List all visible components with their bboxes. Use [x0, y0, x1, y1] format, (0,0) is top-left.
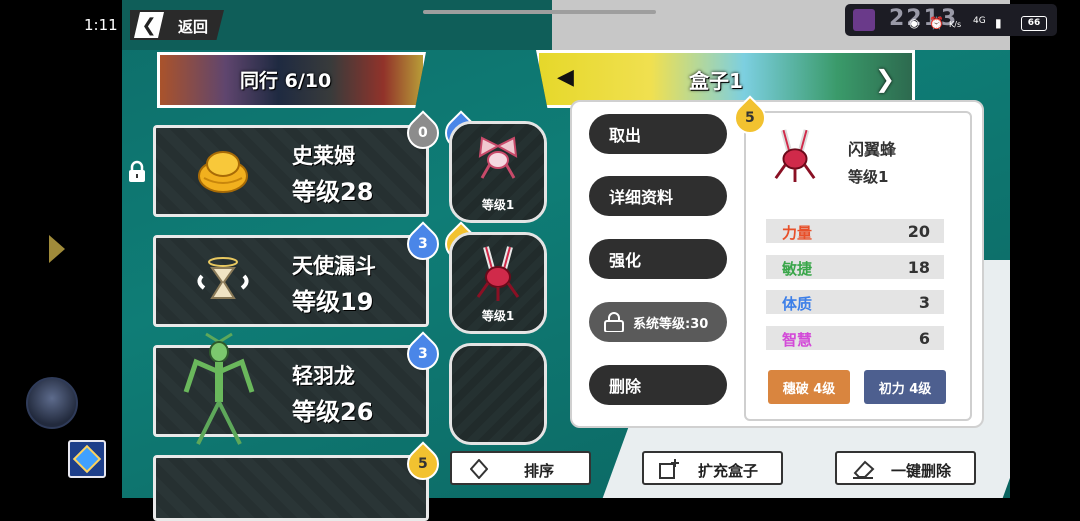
- skill-button[interactable]: 初力 4级: [864, 370, 946, 404]
- eye-icon: ◉: [909, 16, 920, 30]
- wasp-icon: [478, 136, 518, 179]
- take-out-button[interactable]: 取出: [589, 114, 727, 154]
- flash-wasp-icon: [476, 246, 520, 301]
- companion-count: 同行 6/10: [240, 70, 332, 92]
- stat-strength: 力量 20: [766, 219, 944, 243]
- padlock-icon: [604, 312, 624, 332]
- companion-level: 等级26: [292, 398, 374, 426]
- companion-card-partial[interactable]: [153, 455, 429, 521]
- menu-diamond-button[interactable]: [68, 440, 106, 478]
- companion-name: 轻羽龙: [292, 364, 355, 388]
- notification-icon: [853, 9, 875, 31]
- companion-card-angel-funnel[interactable]: 天使漏斗 等级19: [153, 235, 429, 327]
- enhance-button[interactable]: 强化: [589, 239, 727, 279]
- details-button[interactable]: 详细资料: [589, 176, 727, 216]
- clock: 1:11: [84, 16, 118, 34]
- back-label[interactable]: 返回: [178, 16, 208, 37]
- eraser-icon: [853, 460, 875, 479]
- stat-agility: 敏捷 18: [766, 255, 944, 279]
- companion-name: 天使漏斗: [292, 254, 376, 278]
- box-slot-empty[interactable]: [449, 343, 547, 445]
- sort-icon: [470, 459, 488, 479]
- skill-button[interactable]: 穗破 4级: [768, 370, 850, 404]
- box-title: 盒子1: [689, 69, 743, 93]
- detail-level: 等级1: [848, 168, 889, 186]
- box-slot[interactable]: 等级1: [449, 232, 547, 334]
- companion-card-slime[interactable]: 史莱姆 等级28: [153, 125, 429, 217]
- hourglass-icon: [197, 257, 249, 299]
- corner-counter: 2213: [889, 6, 959, 31]
- sort-button[interactable]: 排序: [450, 451, 591, 485]
- signal-icon: ▮: [995, 16, 1002, 30]
- mantis-icon: [183, 332, 255, 445]
- delete-all-button[interactable]: 一键删除: [835, 451, 976, 485]
- player-avatar[interactable]: [26, 377, 78, 429]
- companion-header: 同行 6/10: [157, 52, 426, 108]
- companion-level: 等级28: [292, 178, 374, 206]
- box-prev-button[interactable]: ◀: [557, 65, 574, 90]
- stat-wisdom: 智慧 6: [766, 326, 944, 350]
- add-box-icon: [659, 459, 679, 479]
- top-handle: [423, 10, 656, 14]
- stat-constitution: 体质 3: [766, 290, 944, 314]
- slime-icon: [198, 151, 248, 193]
- locked-menu-button: 系统等级:30: [589, 302, 727, 342]
- expand-arrow-icon[interactable]: [49, 235, 65, 263]
- companion-name: 史莱姆: [292, 144, 355, 168]
- net-speed: K/s: [949, 20, 962, 29]
- box-slot[interactable]: 等级1: [449, 121, 547, 223]
- box-next-button[interactable]: ❯: [875, 65, 895, 93]
- delete-button[interactable]: 删除: [589, 365, 727, 405]
- slot-level: 等级1: [481, 198, 515, 212]
- expand-box-button[interactable]: 扩充盒子: [642, 451, 783, 485]
- diamond-icon: [72, 444, 102, 474]
- slot-level: 等级1: [481, 309, 515, 323]
- companion-level: 等级19: [292, 288, 374, 316]
- battery-icon: 66: [1021, 16, 1047, 31]
- locked-label: 系统等级:30: [633, 316, 709, 332]
- alarm-icon: ⏰: [929, 16, 944, 30]
- status-indicators: 2213 ◉ ⏰ K/s 4G ▮ 66: [845, 4, 1057, 36]
- lock-icon[interactable]: [127, 160, 147, 184]
- flash-wasp-portrait-icon: [774, 129, 816, 182]
- signal-text: 4G: [973, 16, 986, 26]
- detail-name: 闪翼蜂: [848, 140, 897, 159]
